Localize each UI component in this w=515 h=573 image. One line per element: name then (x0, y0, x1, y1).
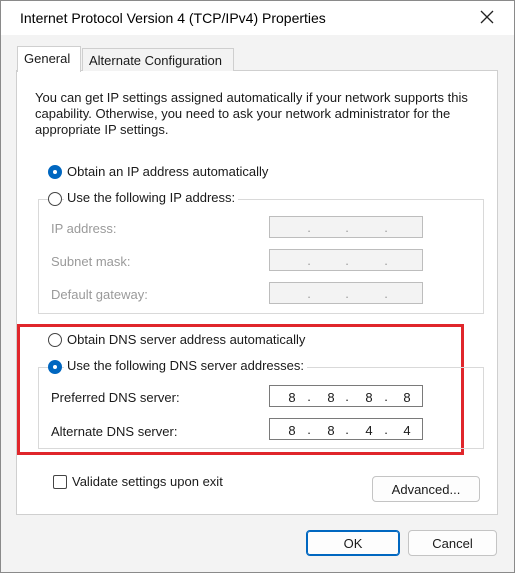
ip-address-label: IP address: (51, 221, 117, 236)
ip-manual-label: Use the following IP address: (64, 190, 239, 205)
dns-manual-label: Use the following DNS server addresses: (64, 358, 307, 373)
close-button[interactable] (474, 4, 500, 30)
tab-general[interactable]: General (17, 46, 81, 72)
ip-manual-radio[interactable] (48, 192, 62, 206)
validate-label: Validate settings upon exit (72, 474, 223, 489)
tab-general-label: General (24, 51, 71, 66)
alternate-octet-4: 4 (403, 423, 411, 438)
tab-alternate-configuration[interactable]: Alternate Configuration (82, 48, 234, 71)
dns-manual-radio[interactable] (48, 360, 62, 374)
preferred-octet-2: 8 (327, 390, 335, 405)
advanced-button[interactable]: Advanced... (372, 476, 480, 502)
validate-checkbox[interactable] (53, 475, 67, 489)
dns-auto-radio[interactable] (48, 333, 62, 347)
cancel-button[interactable]: Cancel (408, 530, 497, 556)
alternate-octet-2: 8 (327, 423, 335, 438)
window-title: Internet Protocol Version 4 (TCP/IPv4) P… (20, 10, 326, 26)
default-gateway-field: ... (269, 282, 423, 304)
alternate-dns-field[interactable]: 8 . 8 . 4 . 4 (269, 418, 423, 440)
ok-button[interactable]: OK (306, 530, 400, 556)
ok-button-label: OK (343, 536, 363, 551)
default-gateway-label: Default gateway: (51, 287, 148, 302)
alternate-octet-1: 8 (288, 423, 296, 438)
preferred-octet-1: 8 (288, 390, 296, 405)
ip-auto-radio[interactable] (48, 165, 62, 179)
preferred-octet-3: 8 (365, 390, 373, 405)
dns-auto-label: Obtain DNS server address automatically (67, 332, 306, 347)
advanced-button-label: Advanced... (391, 482, 461, 497)
ip-address-field: ... (269, 216, 423, 238)
preferred-dns-label: Preferred DNS server: (51, 390, 180, 405)
close-icon (480, 10, 494, 24)
alternate-dns-label: Alternate DNS server: (51, 424, 178, 439)
preferred-octet-4: 8 (403, 390, 411, 405)
subnet-mask-field: ... (269, 249, 423, 271)
description-text: You can get IP settings assigned automat… (35, 90, 468, 137)
ip-auto-label: Obtain an IP address automatically (67, 164, 269, 179)
preferred-dns-field[interactable]: 8 . 8 . 8 . 8 (269, 385, 423, 407)
tab-alternate-label: Alternate Configuration (89, 53, 222, 68)
alternate-octet-3: 4 (365, 423, 373, 438)
subnet-mask-label: Subnet mask: (51, 254, 131, 269)
cancel-button-label: Cancel (432, 536, 473, 551)
